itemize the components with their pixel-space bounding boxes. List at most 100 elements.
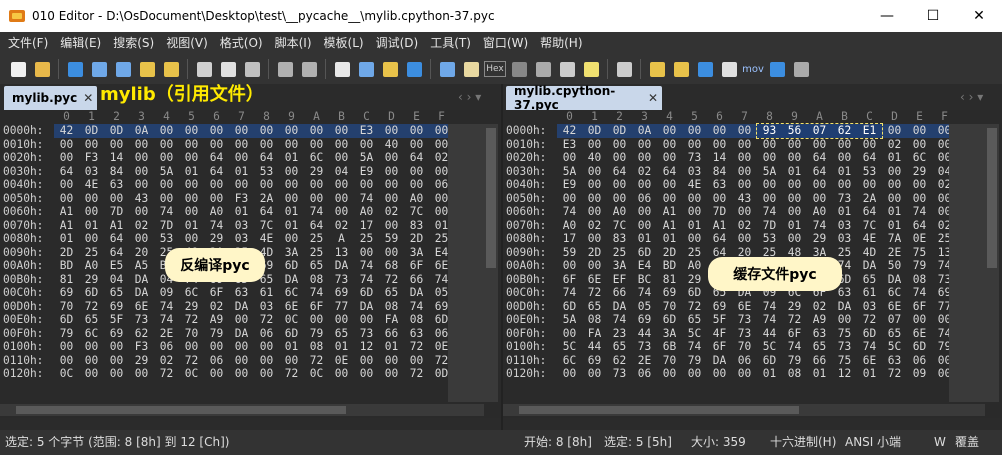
hex-byte[interactable]: 77 [329,300,354,314]
menu-item[interactable]: 模板(L) [318,32,370,54]
hex-byte[interactable]: 01 [632,232,657,246]
hex-byte[interactable]: DA [354,300,379,314]
hex-byte[interactable]: 00 [832,178,857,192]
hex-byte[interactable]: 70 [54,300,79,314]
hex-byte[interactable]: 72 [254,313,279,327]
hex-byte[interactable]: 65 [79,313,104,327]
hex-byte[interactable]: 7D [104,205,129,219]
hex-byte[interactable]: 44 [757,327,782,341]
hex-byte[interactable]: 72 [782,313,807,327]
hex-byte[interactable]: 6D [279,327,304,341]
hex-byte[interactable]: 2D [54,246,79,260]
hex-byte[interactable]: 7C [857,219,882,233]
hex-byte[interactable]: 00 [279,165,304,179]
hex-byte[interactable]: 61 [254,286,279,300]
hex-byte[interactable]: 00 [782,192,807,206]
hex-byte[interactable]: 3A [279,246,304,260]
hex-byte[interactable]: 00 [557,151,582,165]
hex-byte[interactable]: 00 [79,138,104,152]
tab-mylib-cpython[interactable]: mylib.cpython-37.pyc ✕ [506,84,662,112]
hex-byte[interactable]: A1 [104,219,129,233]
minimap[interactable] [448,124,484,402]
hex-byte[interactable]: 00 [682,367,707,381]
hex-byte[interactable]: 00 [54,178,79,192]
hex-byte[interactable]: E9 [354,165,379,179]
hex-byte[interactable]: 00 [882,124,907,138]
hex-byte[interactable]: 00 [179,124,204,138]
hex-byte[interactable]: 72 [179,313,204,327]
hex-byte[interactable]: 00 [54,151,79,165]
hex-byte[interactable]: 29 [304,165,329,179]
hex-byte[interactable]: 00 [179,232,204,246]
hex-byte[interactable]: 6E [857,354,882,368]
hex-byte[interactable]: 12 [354,340,379,354]
hex-byte[interactable]: 6E [582,273,607,287]
hex-byte[interactable]: 74 [682,340,707,354]
hex-byte[interactable]: 00 [179,340,204,354]
hex-byte[interactable]: 00 [254,138,279,152]
hex-byte[interactable]: 00 [329,138,354,152]
hex-byte[interactable]: 73 [632,340,657,354]
status-endian[interactable]: 小端 [877,430,901,455]
hex-byte[interactable]: A0 [682,259,707,273]
hex-byte[interactable]: 74 [154,313,179,327]
hex-byte[interactable]: 7C [254,219,279,233]
hex-byte[interactable]: 63 [882,354,907,368]
hex-byte[interactable]: 00 [104,138,129,152]
hex-byte[interactable]: 00 [354,354,379,368]
hex-byte[interactable]: 00 [782,205,807,219]
table-row[interactable]: 00 FA 23 44 3A 5C 4F 73 44 6F 63 75 6D 65 6E 74 [503,327,1002,341]
hex-byte[interactable]: 65 [682,313,707,327]
tab-nav-arrows[interactable]: ‹ › ▾ [458,90,481,104]
base-converter-button[interactable] [766,58,788,80]
hex-byte[interactable]: 70 [657,354,682,368]
hex-byte[interactable]: 6D [279,259,304,273]
hex-byte[interactable]: 6C [179,286,204,300]
hex-byte[interactable]: 00 [254,124,279,138]
minimize-button[interactable]: — [864,0,910,32]
hex-byte[interactable]: 4E [857,232,882,246]
hex-byte[interactable]: 00 [329,313,354,327]
menu-item[interactable]: 文件(F) [2,32,54,54]
hex-byte[interactable]: 79 [682,354,707,368]
hex-byte[interactable]: 69 [54,286,79,300]
hex-byte[interactable]: 72 [279,367,304,381]
hex-byte[interactable]: 70 [179,327,204,341]
menu-item[interactable]: 工具(T) [424,32,477,54]
table-row[interactable]: 01 00 64 00 53 00 29 03 4E 00 25 A 25 59 2D 25 [0,232,501,246]
hex-byte[interactable]: 00 [732,367,757,381]
hex-byte[interactable]: 6C [79,327,104,341]
hex-byte[interactable]: 00 [79,354,104,368]
hex-byte[interactable]: 00 [154,138,179,152]
hex-byte[interactable]: 00 [204,124,229,138]
status-overwrite[interactable]: 覆盖 [955,430,979,455]
hex-byte[interactable]: F3 [129,340,154,354]
hex-byte[interactable]: 00 [179,151,204,165]
hex-byte[interactable]: 72 [379,273,404,287]
hex-byte[interactable]: 00 [682,232,707,246]
hex-byte[interactable]: 73 [329,273,354,287]
hex-byte[interactable]: 00 [657,124,682,138]
folders-button[interactable] [160,58,182,80]
hex-byte[interactable]: 0D [607,124,632,138]
hex-byte[interactable]: 42 [557,124,582,138]
hex-byte[interactable]: A0 [607,205,632,219]
hex-byte[interactable]: 73 [832,340,857,354]
hex-byte[interactable]: DA [857,259,882,273]
hex-byte[interactable]: DA [882,273,907,287]
hex-byte[interactable]: 53 [254,165,279,179]
find-button[interactable] [331,58,353,80]
hex-byte[interactable]: 69 [657,286,682,300]
save-all-button[interactable] [112,58,134,80]
hex-byte[interactable]: 00 [557,367,582,381]
hex-byte[interactable]: 00 [682,192,707,206]
hex-byte[interactable]: E9 [557,178,582,192]
hex-byte[interactable]: EF [607,273,632,287]
hex-byte[interactable]: 00 [179,178,204,192]
hex-byte[interactable]: 00 [179,192,204,206]
hex-byte[interactable]: 00 [582,205,607,219]
hex-byte[interactable]: 2E [632,354,657,368]
table-row[interactable]: 00 00 00 43 00 00 00 F3 2A 00 00 00 74 00 A0 00 [0,192,501,206]
hex-byte[interactable]: 73 [732,327,757,341]
hex-byte[interactable]: 00 [682,205,707,219]
